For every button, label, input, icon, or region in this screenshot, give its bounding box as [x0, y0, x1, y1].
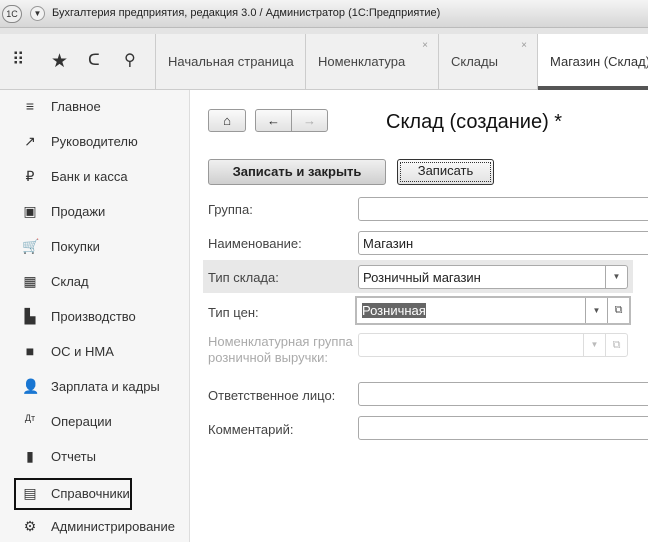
truck-icon: ■ — [25, 343, 35, 359]
tab-label: Магазин (Склад) — [550, 54, 648, 69]
sidebar-item-label: Администрирование — [51, 519, 175, 534]
sidebar-item-label: Справочники — [51, 486, 130, 501]
arrow-right-icon: → — [303, 113, 316, 128]
tab-label: Склады — [451, 54, 498, 69]
price-type-value: Розничная — [362, 303, 426, 318]
bag-icon: ▣ — [23, 203, 37, 219]
nom-group-label: Номенклатурная группа розничной выручки: — [208, 334, 353, 365]
comment-label: Комментарий: — [208, 422, 294, 437]
sidebar-item-label: ОС и НМА — [51, 344, 114, 359]
sidebar-item-references[interactable]: ▤ Справочники — [14, 478, 132, 510]
save-button[interactable]: Записать — [397, 159, 494, 185]
sidebar-item-purchases[interactable]: 🛒 Покупки — [14, 231, 184, 263]
sidebar-item-label: Операции — [51, 414, 112, 429]
apps-grid-icon[interactable]: ⠿ — [12, 50, 24, 70]
responsible-label: Ответственное лицо: — [208, 388, 336, 403]
app-logo-icon[interactable]: 1С — [2, 5, 22, 23]
forward-button[interactable]: → — [291, 109, 328, 132]
sidebar-item-sales[interactable]: ▣ Продажи — [14, 196, 184, 228]
menu-icon: ≡ — [25, 98, 35, 114]
tab-shop-warehouse[interactable]: Магазин (Склад) — [537, 34, 648, 90]
page-title: Склад (создание) * — [386, 111, 563, 133]
tab-label: Номенклатура — [318, 54, 406, 69]
tab-nomenclature[interactable]: Номенклатура × — [305, 34, 438, 90]
responsible-input[interactable] — [358, 382, 648, 406]
debit-credit-icon: Дт — [24, 413, 36, 423]
name-input[interactable]: Магазин — [358, 231, 648, 255]
save-and-close-button[interactable]: Записать и закрыть — [208, 159, 386, 185]
group-label: Группа: — [208, 202, 253, 217]
sidebar-item-label: Банк и касса — [51, 169, 128, 184]
sidebar-item-manager[interactable]: ↗ Руководителю — [14, 126, 184, 158]
warehouse-type-select[interactable]: Розничный магазин ▼ — [358, 265, 628, 289]
trend-icon: ↗ — [24, 133, 36, 149]
person-icon: 👤 — [22, 378, 40, 394]
tabs-bar: ⠿ ★ ᑕ ⚲ Начальная страница Номенклатура ×… — [0, 34, 648, 90]
gear-icon: ⚙ — [23, 518, 37, 534]
sidebar-item-label: Отчеты — [51, 449, 96, 464]
sidebar-item-bank[interactable]: ₽ Банк и касса — [14, 161, 184, 193]
name-label: Наименование: — [208, 236, 302, 251]
tab-label: Начальная страница — [168, 54, 294, 69]
tab-home[interactable]: Начальная страница — [155, 34, 305, 90]
sidebar-item-assets[interactable]: ■ ОС и НМА — [14, 336, 184, 368]
ruble-icon: ₽ — [25, 168, 35, 184]
back-button[interactable]: ← — [255, 109, 292, 132]
sidebar: ≡ Главное ↗ Руководителю ₽ Банк и касса ▣ Пр… — [0, 90, 190, 542]
books-icon: ▤ — [23, 485, 37, 501]
open-icon[interactable]: ⧉ — [607, 298, 629, 323]
search-icon[interactable]: ⚲ — [124, 50, 136, 70]
history-icon[interactable]: ᑕ — [88, 50, 100, 70]
sidebar-item-reports[interactable]: ▮ Отчеты — [14, 441, 184, 473]
group-input[interactable] — [358, 197, 648, 221]
price-type-select[interactable]: Розничная ▼ ⧉ — [355, 296, 631, 325]
sidebar-item-label: Продажи — [51, 204, 106, 219]
main-menu-button[interactable]: ▼ — [30, 6, 45, 21]
chevron-down-icon[interactable]: ▼ — [605, 266, 627, 288]
home-button[interactable]: ⌂ — [208, 109, 246, 132]
home-icon: ⌂ — [223, 113, 231, 128]
chevron-down-icon: ▼ — [583, 334, 605, 356]
chevron-down-icon[interactable]: ▼ — [585, 298, 607, 323]
sidebar-item-label: Зарплата и кадры — [51, 379, 160, 394]
star-icon[interactable]: ★ — [51, 50, 68, 73]
title-bar: 1С ▼ Бухгалтерия предприятия, редакция 3… — [0, 0, 648, 28]
warehouse-icon: ▦ — [23, 273, 37, 289]
close-icon[interactable]: × — [422, 40, 428, 51]
factory-icon: ▙ — [24, 308, 36, 324]
sidebar-item-label: Склад — [51, 274, 89, 289]
bar-chart-icon: ▮ — [26, 448, 34, 464]
sidebar-item-label: Руководителю — [51, 134, 138, 149]
sidebar-item-label: Производство — [51, 309, 136, 324]
nom-group-select: ▼ ⧉ — [358, 333, 628, 357]
comment-input[interactable] — [358, 416, 648, 440]
cart-icon: 🛒 — [22, 238, 40, 254]
open-icon: ⧉ — [605, 334, 627, 356]
window-title: Бухгалтерия предприятия, редакция 3.0 / … — [52, 7, 441, 19]
sidebar-item-warehouse[interactable]: ▦ Склад — [14, 266, 184, 298]
sidebar-item-main[interactable]: ≡ Главное — [14, 91, 184, 123]
tab-warehouses[interactable]: Склады × — [438, 34, 537, 90]
sidebar-item-admin[interactable]: ⚙ Администрирование — [14, 511, 184, 543]
warehouse-type-label: Тип склада: — [208, 270, 279, 285]
warehouse-type-value: Розничный магазин — [363, 270, 481, 285]
price-type-label: Тип цен: — [208, 305, 259, 320]
sidebar-item-label: Главное — [51, 99, 101, 114]
sidebar-item-salary[interactable]: 👤 Зарплата и кадры — [14, 371, 184, 403]
sidebar-item-operations[interactable]: Дт Операции — [14, 406, 184, 438]
sidebar-item-production[interactable]: ▙ Производство — [14, 301, 184, 333]
sidebar-item-label: Покупки — [51, 239, 100, 254]
close-icon[interactable]: × — [521, 40, 527, 51]
arrow-left-icon: ← — [267, 113, 280, 128]
